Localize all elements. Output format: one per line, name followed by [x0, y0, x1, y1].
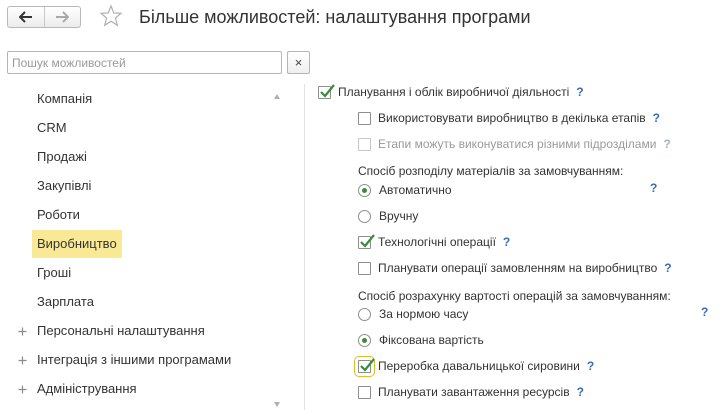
help-icon[interactable]: ?: [701, 305, 708, 319]
radio-selected-dot: [362, 337, 367, 343]
materials-section-label: Спосіб розподілу матеріалів за замовчува…: [358, 164, 624, 178]
cost-norm-time-label: За нормою часу: [379, 307, 469, 321]
checkmark-icon: [360, 357, 375, 372]
expand-plus-icon[interactable]: [18, 327, 27, 336]
sidebar-group-personal-settings[interactable]: Персональні налаштування: [18, 320, 205, 342]
sidebar-group-label: Адміністрування: [37, 381, 137, 396]
materials-automatic-radio[interactable]: [358, 183, 371, 197]
plan-ops-checkbox[interactable]: [358, 261, 371, 275]
help-icon[interactable]: ?: [663, 137, 670, 151]
sidebar-group-integration[interactable]: Інтеграція з іншими програмами: [18, 349, 231, 371]
plan-resources-label: Планувати завантаження ресурсів: [378, 385, 570, 399]
search-input[interactable]: [7, 51, 282, 74]
tech-ops-label: Технологічні операції: [378, 235, 496, 249]
clear-search-button[interactable]: ×: [287, 51, 310, 74]
sidebar-item-works[interactable]: Роботи: [32, 201, 85, 229]
plan-resources-checkbox[interactable]: [358, 385, 371, 399]
cost-norm-time-radio[interactable]: [358, 307, 371, 321]
setting-plan-ops: Планувати операції замовленням на виробн…: [358, 258, 672, 278]
close-icon: ×: [294, 55, 303, 70]
multi-stage-checkbox[interactable]: [358, 111, 371, 125]
setting-tolling: Переробка давальницької сировини ?: [354, 355, 594, 377]
help-icon[interactable]: ?: [664, 261, 671, 275]
sidebar-item-production[interactable]: Виробництво: [32, 230, 122, 258]
help-icon[interactable]: ?: [503, 235, 510, 249]
sidebar-item-salary[interactable]: Зарплата: [32, 288, 99, 316]
sidebar-group-label: Інтеграція з іншими програмами: [37, 352, 232, 367]
cost-section-label: Спосіб розрахунку вартості операцій за з…: [358, 289, 671, 303]
sidebar-item-company[interactable]: Компанія: [32, 85, 97, 113]
help-icon[interactable]: ?: [577, 385, 584, 399]
materials-manual-radio[interactable]: [358, 209, 371, 223]
cost-fixed-label: Фіксована вартість: [379, 333, 484, 347]
navigation-buttons: [7, 6, 81, 28]
radio-cost-norm-time: За нормою часу: [358, 304, 468, 324]
checkmark-icon: [360, 233, 375, 248]
expand-plus-icon[interactable]: [18, 356, 27, 365]
production-planning-checkbox[interactable]: [318, 83, 335, 99]
arrow-left-icon: [18, 11, 32, 23]
scroll-up-arrow-icon[interactable]: [274, 94, 280, 99]
stages-divisions-label: Етапи можуть виконуватися різними підроз…: [378, 137, 657, 151]
radio-selected-dot: [362, 187, 367, 193]
setting-stages-divisions: Етапи можуть виконуватися різними підроз…: [358, 134, 671, 154]
setting-tech-ops: Технологічні операції ?: [358, 232, 510, 252]
help-icon[interactable]: ?: [587, 359, 594, 373]
radio-cost-fixed: Фіксована вартість: [358, 330, 484, 350]
back-button[interactable]: [8, 7, 44, 27]
panel-divider: [304, 84, 305, 410]
radio-materials-manual: Вручну: [358, 206, 418, 226]
stages-divisions-checkbox: [358, 137, 371, 151]
cost-fixed-radio[interactable]: [358, 333, 371, 347]
materials-manual-label: Вручну: [379, 209, 419, 223]
help-icon[interactable]: ?: [576, 85, 583, 99]
sidebar-item-money[interactable]: Гроші: [32, 259, 76, 287]
page-title: Більше можливостей: налаштування програм…: [139, 7, 531, 27]
materials-automatic-label: Автоматично: [379, 183, 452, 197]
search-box: ×: [7, 51, 310, 74]
sidebar-item-sales[interactable]: Продажі: [32, 143, 92, 171]
checkmark-icon: [320, 83, 335, 98]
radio-materials-automatic: Автоматично: [358, 180, 452, 200]
multi-stage-label: Використовувати виробництво в декілька е…: [378, 111, 646, 125]
scroll-down-arrow-icon[interactable]: [274, 402, 280, 407]
help-icon[interactable]: ?: [653, 111, 660, 125]
sidebar-item-crm[interactable]: CRM: [32, 114, 72, 142]
tolling-label: Переробка давальницької сировини: [378, 359, 580, 373]
sidebar-group-administration[interactable]: Адміністрування: [18, 378, 137, 400]
expand-plus-icon[interactable]: [18, 385, 27, 394]
production-planning-label: Планування і облік виробничої діяльності: [338, 85, 570, 99]
setting-plan-resources: Планувати завантаження ресурсів ?: [358, 382, 584, 402]
tech-ops-checkbox[interactable]: [358, 233, 375, 249]
tolling-checkbox[interactable]: [354, 355, 375, 377]
setting-multi-stage: Використовувати виробництво в декілька е…: [358, 108, 660, 128]
favorite-star-icon[interactable]: [99, 4, 123, 28]
forward-button[interactable]: [43, 7, 81, 27]
sidebar-group-label: Персональні налаштування: [37, 323, 205, 338]
setting-production-planning: Планування і облік виробничої діяльності…: [318, 82, 584, 102]
help-icon[interactable]: ?: [650, 181, 657, 195]
plan-ops-label: Планувати операції замовленням на виробн…: [378, 261, 658, 275]
arrow-right-icon: [56, 11, 70, 23]
sidebar-item-purchases[interactable]: Закупівлі: [32, 172, 96, 200]
